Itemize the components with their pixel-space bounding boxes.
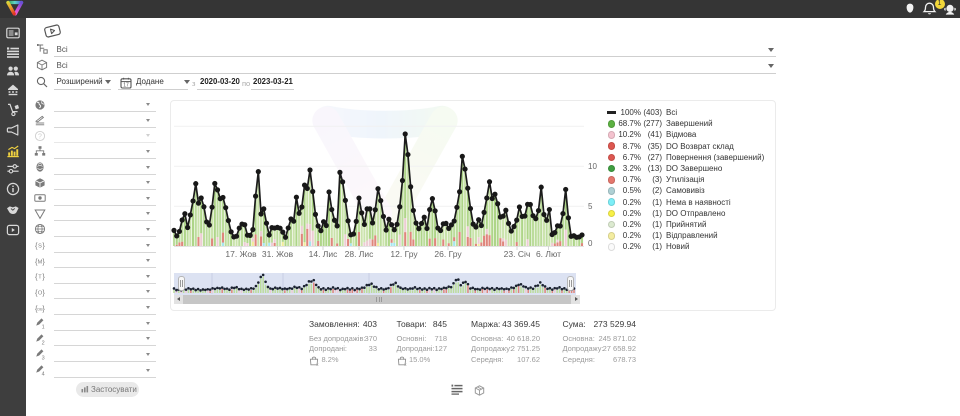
svg-text:x: x [316,362,319,366]
svg-text:x: x [404,362,407,366]
